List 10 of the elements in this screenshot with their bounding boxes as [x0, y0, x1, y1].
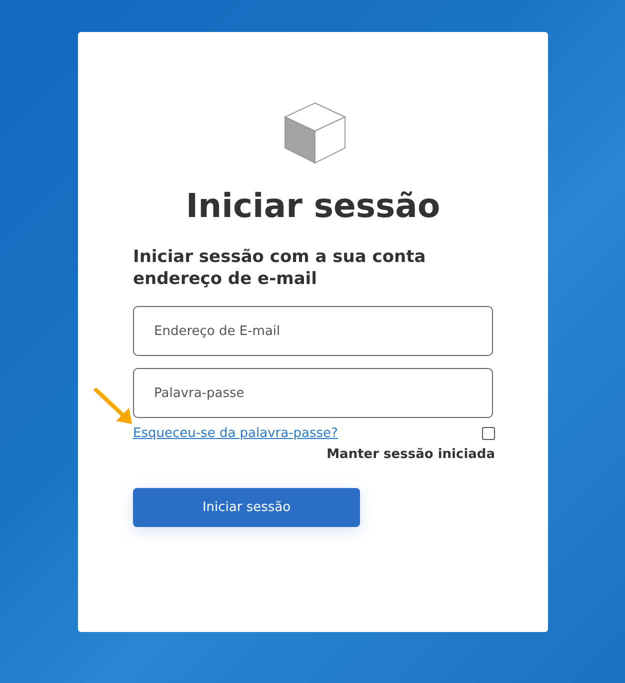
- cube-icon: [284, 102, 346, 164]
- input-field[interactable]: Endereço de E-mail: [133, 306, 493, 356]
- form-subtitle: Iniciar sessão com a sua conta endereço de e-mail: [133, 246, 427, 290]
- remember-label: Manter sessão iniciada: [326, 447, 495, 462]
- sign-in-button[interactable]: Iniciar sessão: [133, 488, 360, 527]
- remember-checkbox[interactable]: [482, 427, 495, 440]
- input-field[interactable]: Palavra-passe: [133, 368, 493, 418]
- pointer-arrow-icon: [94, 388, 134, 426]
- page-title: Iniciar sessão: [184, 185, 442, 227]
- forgot-password-link[interactable]: Esqueceu-se da palavra-passe?: [133, 426, 338, 441]
